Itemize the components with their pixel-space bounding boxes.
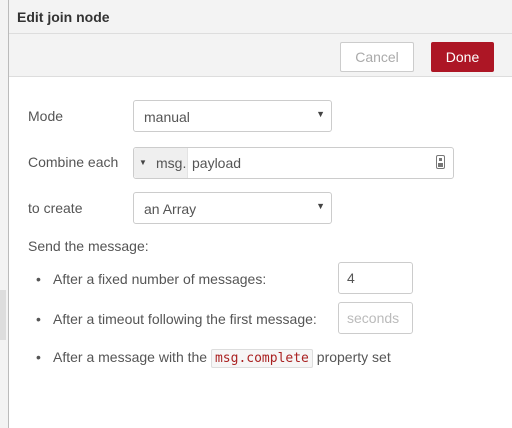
count-text: After a fixed number of messages: <box>53 271 267 287</box>
create-select[interactable]: an Array ▼ <box>133 192 332 224</box>
type-prefix: msg. <box>156 155 187 171</box>
bullet-icon: • <box>36 311 41 327</box>
done-button[interactable]: Done <box>431 42 494 72</box>
chevron-down-icon: ▼ <box>316 201 325 211</box>
bullet-icon: • <box>36 349 41 365</box>
edit-tray: Edit join node Cancel Done Mode manual ▼… <box>8 0 512 428</box>
create-label: to create <box>28 200 83 216</box>
bullet-icon: • <box>36 271 41 287</box>
send-message-label: Send the message: <box>28 238 149 254</box>
splitter-handle[interactable] <box>0 290 6 340</box>
combine-property-value[interactable]: payload <box>192 155 241 171</box>
tray-header: Edit join node <box>9 0 512 34</box>
cancel-button[interactable]: Cancel <box>340 42 414 72</box>
combine-label: Combine each <box>28 154 119 170</box>
combine-typed-input[interactable]: ▼ msg. payload <box>133 147 454 179</box>
complete-text: After a message with the msg.complete pr… <box>53 349 391 368</box>
mode-label: Mode <box>28 108 64 124</box>
mode-select-value: manual <box>144 109 190 125</box>
create-select-value: an Array <box>144 201 197 217</box>
tray-toolbar: Cancel Done <box>9 34 512 77</box>
timeout-text: After a timeout following the first mess… <box>53 311 317 327</box>
chevron-down-icon: ▼ <box>316 109 325 119</box>
complete-code: msg.complete <box>210 349 313 368</box>
count-input[interactable] <box>338 262 413 294</box>
timeout-input[interactable] <box>338 302 413 334</box>
type-selector-button[interactable]: ▼ msg. <box>134 148 188 178</box>
mode-select[interactable]: manual ▼ <box>133 100 332 132</box>
complete-text-after: property set <box>316 349 391 365</box>
complete-text-before: After a message with the <box>53 349 208 365</box>
tray-title: Edit join node <box>17 9 110 25</box>
expand-editor-icon[interactable] <box>436 155 445 169</box>
caret-down-icon: ▼ <box>139 158 147 167</box>
